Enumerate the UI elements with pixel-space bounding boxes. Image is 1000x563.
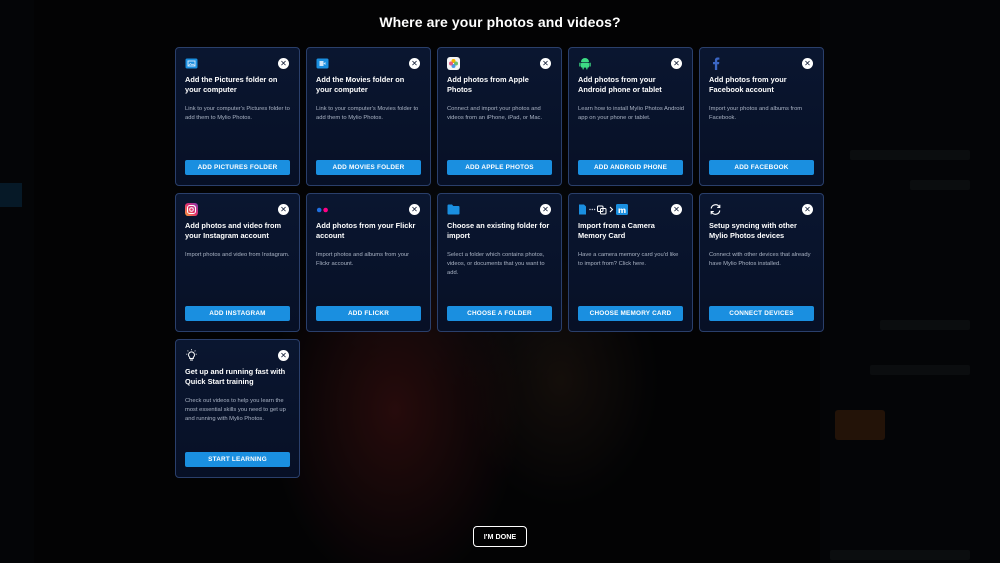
card-pictures-folder: ✕ Add the Pictures folder on your comput… bbox=[175, 47, 300, 186]
close-icon[interactable]: ✕ bbox=[278, 204, 289, 215]
close-icon[interactable]: ✕ bbox=[802, 204, 813, 215]
card-description: Import your photos and albums from Faceb… bbox=[709, 106, 803, 121]
close-icon[interactable]: ✕ bbox=[671, 204, 682, 215]
connect-devices-button[interactable]: CONNECT DEVICES bbox=[709, 306, 814, 321]
card-description: Check out videos to help you learn the m… bbox=[185, 398, 286, 422]
card-title: Add photos from Apple Photos bbox=[447, 75, 529, 94]
card-facebook: ✕ Add photos from your Facebook account … bbox=[699, 47, 824, 186]
close-icon[interactable]: ✕ bbox=[540, 204, 551, 215]
close-icon[interactable]: ✕ bbox=[802, 58, 813, 69]
card-description: Connect with other devices that already … bbox=[709, 252, 811, 267]
close-icon[interactable]: ✕ bbox=[540, 58, 551, 69]
card-title: Choose an existing folder for import bbox=[447, 221, 550, 240]
close-icon[interactable]: ✕ bbox=[278, 58, 289, 69]
card-title: Get up and running fast with Quick Start… bbox=[185, 367, 286, 386]
card-flickr: ✕ Add photos from your Flickr account Im… bbox=[306, 193, 431, 332]
card-title: Add photos and video from your Instagram… bbox=[185, 221, 282, 240]
card-apple-photos: ✕ Add photos from Apple Photos Connect a… bbox=[437, 47, 562, 186]
card-title: Add the Pictures folder on your computer bbox=[185, 75, 278, 94]
card-title: Import from a Camera Memory Card bbox=[578, 221, 655, 240]
card-instagram: ✕ Add photos and video from your Instagr… bbox=[175, 193, 300, 332]
close-icon[interactable]: ✕ bbox=[409, 58, 420, 69]
add-movies-folder-button[interactable]: ADD MOVIES FOLDER bbox=[316, 160, 421, 175]
card-description: Link to your computer's Movies folder to… bbox=[316, 106, 419, 121]
start-learning-button[interactable]: START LEARNING bbox=[185, 452, 290, 467]
movies-folder-icon bbox=[316, 57, 329, 70]
close-icon[interactable]: ✕ bbox=[671, 58, 682, 69]
close-icon[interactable]: ✕ bbox=[409, 204, 420, 215]
card-title: Setup syncing with other Mylio Photos de… bbox=[709, 221, 797, 240]
folder-icon bbox=[447, 203, 460, 216]
card-description: Have a camera memory card you'd like to … bbox=[578, 252, 679, 267]
dialog-title: Where are your photos and videos? bbox=[379, 14, 621, 30]
sync-icon bbox=[709, 203, 722, 216]
memory-card-icon: m bbox=[578, 203, 634, 216]
add-facebook-button[interactable]: ADD FACEBOOK bbox=[709, 160, 814, 175]
add-instagram-button[interactable]: ADD INSTAGRAM bbox=[185, 306, 290, 321]
card-existing-folder: ✕ Choose an existing folder for import S… bbox=[437, 193, 562, 332]
add-pictures-folder-button[interactable]: ADD PICTURES FOLDER bbox=[185, 160, 290, 175]
card-title: Add photos from your Flickr account bbox=[316, 221, 416, 240]
close-icon[interactable]: ✕ bbox=[278, 350, 289, 361]
card-title: Add photos from your Android phone or ta… bbox=[578, 75, 662, 94]
done-button[interactable]: I'M DONE bbox=[473, 526, 527, 547]
card-movies-folder: ✕ Add the Movies folder on your computer… bbox=[306, 47, 431, 186]
choose-memory-card-button[interactable]: CHOOSE MEMORY CARD bbox=[578, 306, 683, 321]
card-description: Import photos and video from Instagram. bbox=[185, 252, 290, 258]
flickr-icon bbox=[316, 203, 329, 216]
facebook-icon bbox=[709, 57, 722, 70]
card-android: ✕ Add photos from your Android phone or … bbox=[568, 47, 693, 186]
card-description: Import photos and albums from your Flick… bbox=[316, 252, 410, 267]
choose-folder-button[interactable]: CHOOSE A FOLDER bbox=[447, 306, 552, 321]
card-quick-start: ✕ Get up and running fast with Quick Sta… bbox=[175, 339, 300, 478]
android-icon bbox=[578, 57, 591, 70]
lightbulb-icon bbox=[185, 349, 198, 362]
apple-photos-icon bbox=[447, 57, 460, 70]
svg-text:m: m bbox=[618, 206, 626, 215]
card-sync-devices: ✕ Setup syncing with other Mylio Photos … bbox=[699, 193, 824, 332]
card-description: Link to your computer's Pictures folder … bbox=[185, 106, 290, 121]
card-memory-card: m ✕ Import from a Camera Memory Card Hav… bbox=[568, 193, 693, 332]
card-title: Add the Movies folder on your computer bbox=[316, 75, 405, 94]
add-android-phone-button[interactable]: ADD ANDROID PHONE bbox=[578, 160, 683, 175]
card-description: Learn how to install Mylio Photos Androi… bbox=[578, 106, 685, 121]
card-title: Add photos from your Facebook account bbox=[709, 75, 787, 94]
import-source-grid: ✕ Add the Pictures folder on your comput… bbox=[175, 47, 824, 478]
instagram-icon bbox=[185, 203, 198, 216]
add-apple-photos-button[interactable]: ADD APPLE PHOTOS bbox=[447, 160, 552, 175]
pictures-folder-icon bbox=[185, 57, 198, 70]
card-description: Select a folder which contains photos, v… bbox=[447, 252, 545, 276]
card-description: Connect and import your photos and video… bbox=[447, 106, 543, 121]
add-flickr-button[interactable]: ADD FLICKR bbox=[316, 306, 421, 321]
import-sources-dialog: Where are your photos and videos? ✕ Add … bbox=[0, 0, 1000, 563]
